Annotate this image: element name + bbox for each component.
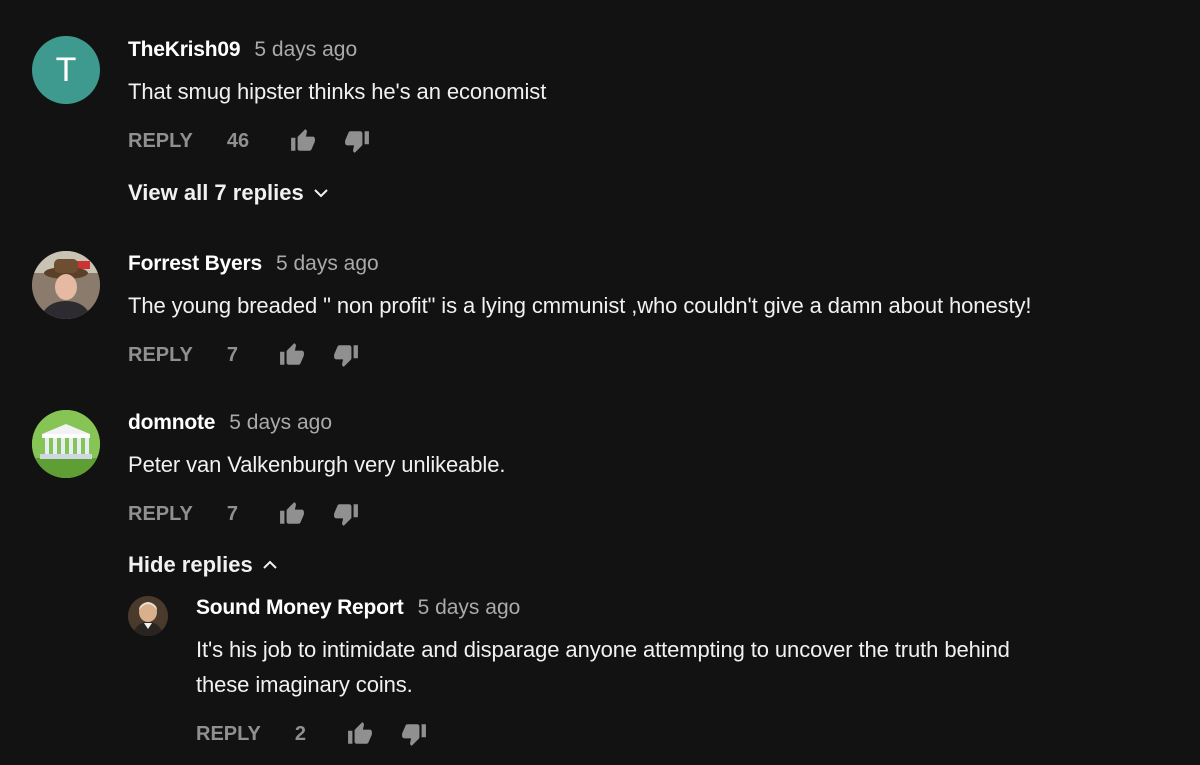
thumbs-up-icon[interactable]	[289, 128, 317, 154]
avatar-letter: T	[55, 50, 77, 89]
reply-button[interactable]: REPLY	[128, 503, 193, 526]
author-name[interactable]: Forrest Byers	[128, 252, 262, 276]
hide-replies-button[interactable]: Hide replies	[128, 552, 279, 578]
timestamp[interactable]: 5 days ago	[229, 411, 332, 435]
avatar[interactable]	[32, 251, 100, 319]
thumbs-up-icon[interactable]	[278, 342, 306, 368]
portrait-colonial-icon	[128, 596, 168, 636]
comment-text: Peter van Valkenburgh very unlikeable.	[128, 452, 506, 477]
chevron-up-icon	[263, 560, 277, 569]
thumbs-up-icon[interactable]	[346, 721, 374, 747]
reply-button[interactable]: REPLY	[128, 130, 193, 153]
comment-text: It's his job to intimidate and disparage…	[196, 632, 1010, 702]
comment-actions: REPLY 7	[128, 342, 360, 368]
comment-header: domnote 5 days ago	[128, 411, 332, 435]
avatar[interactable]	[32, 410, 100, 478]
thumbs-down-icon[interactable]	[332, 342, 360, 368]
timestamp[interactable]: 5 days ago	[276, 252, 379, 276]
hide-replies-label: Hide replies	[128, 552, 253, 577]
author-name[interactable]: Sound Money Report	[196, 596, 404, 620]
comment-text-line: It's his job to intimidate and disparage…	[196, 637, 1010, 662]
like-count: 7	[226, 343, 238, 366]
building-columns-icon	[32, 410, 100, 478]
comment-actions: REPLY 2	[196, 721, 428, 747]
avatar[interactable]	[128, 596, 168, 636]
thumbs-down-icon[interactable]	[332, 501, 360, 527]
author-name[interactable]: TheKrish09	[128, 38, 241, 62]
view-replies-label: View all 7 replies	[128, 180, 304, 205]
comment-actions: REPLY 46	[128, 128, 371, 154]
timestamp[interactable]: 5 days ago	[254, 38, 357, 62]
thumbs-down-icon[interactable]	[400, 721, 428, 747]
timestamp[interactable]: 5 days ago	[418, 596, 521, 620]
comment-text: The young breaded " non profit" is a lyi…	[128, 293, 1032, 318]
reply-button[interactable]: REPLY	[128, 344, 193, 367]
comment-text-line: these imaginary coins.	[196, 672, 413, 697]
like-count: 2	[294, 722, 306, 745]
comment-header: Sound Money Report 5 days ago	[196, 596, 520, 620]
person-with-hat-icon	[32, 251, 100, 319]
reply-button[interactable]: REPLY	[196, 723, 261, 746]
thumbs-up-icon[interactable]	[278, 501, 306, 527]
comment-header: Forrest Byers 5 days ago	[128, 252, 379, 276]
like-count: 46	[226, 129, 250, 152]
thumbs-down-icon[interactable]	[343, 128, 371, 154]
author-name[interactable]: domnote	[128, 411, 215, 435]
avatar[interactable]: T	[32, 36, 100, 104]
chevron-down-icon	[313, 189, 328, 198]
view-replies-button[interactable]: View all 7 replies	[128, 180, 330, 206]
comment-text: That smug hipster thinks he's an economi…	[128, 79, 547, 104]
comment-header: TheKrish09 5 days ago	[128, 38, 357, 62]
like-count: 7	[226, 502, 238, 525]
comment-actions: REPLY 7	[128, 501, 360, 527]
